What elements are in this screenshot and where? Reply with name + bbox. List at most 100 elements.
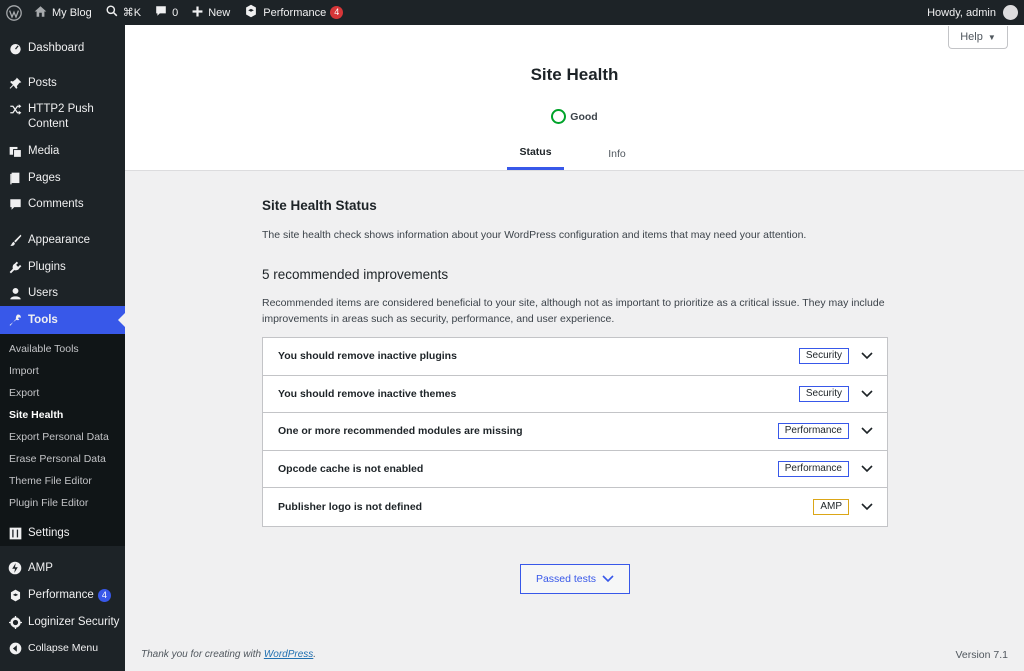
footer-thanks-suffix: . [313, 649, 317, 660]
wrench-icon [0, 314, 28, 327]
sidebar-item-media[interactable]: Media [0, 141, 125, 161]
tab-info[interactable]: Info [592, 137, 642, 170]
sidebar-item-label: Collapse Menu [28, 642, 99, 654]
sidebar-item-performance[interactable]: Performance 4 [0, 585, 125, 605]
submenu-export[interactable]: Export [0, 387, 125, 399]
help-button[interactable]: Help ▼ [948, 26, 1008, 49]
settings-icon [0, 527, 28, 540]
pages-icon [0, 172, 28, 185]
media-icon [0, 145, 28, 158]
command-palette-button[interactable]: ⌘K [99, 0, 148, 25]
sidebar-item-posts[interactable]: Posts [0, 73, 125, 93]
page-title: Site Health [530, 65, 619, 84]
sidebar-item-pages[interactable]: Pages [0, 168, 125, 188]
sidebar-item-label: Performance [28, 589, 94, 601]
sidebar-item-label: Users [28, 287, 59, 299]
issue-row[interactable]: Publisher logo is not defined AMP [263, 488, 887, 526]
sidebar-item-label: AMP [28, 562, 53, 574]
passed-tests-button[interactable]: Passed tests [520, 564, 630, 594]
submenu-erase-personal-data[interactable]: Erase Personal Data [0, 453, 125, 465]
chevron-down-icon[interactable] [859, 348, 875, 364]
chevron-down-icon[interactable] [859, 386, 875, 402]
collapse-icon [0, 642, 28, 655]
sidebar-item-comments[interactable]: Comments [0, 194, 125, 214]
comments-count: 0 [172, 6, 179, 19]
footer-version: Version 7.1 [955, 649, 1008, 661]
sidebar-item-label: Dashboard [28, 42, 85, 54]
issue-row[interactable]: You should remove inactive themes Securi… [263, 376, 887, 414]
plugin-icon [0, 261, 28, 274]
performance-icon [0, 589, 28, 602]
issue-row[interactable]: One or more recommended modules are miss… [263, 413, 887, 451]
my-account-link[interactable]: Howdy, admin [920, 0, 1024, 25]
site-name-link[interactable]: My Blog [27, 0, 99, 25]
chevron-down-icon[interactable] [859, 423, 875, 439]
admin-sidebar: Dashboard Posts HTTP2 Push Content Media… [0, 25, 125, 671]
submenu-export-personal-data[interactable]: Export Personal Data [0, 431, 125, 443]
submenu-import[interactable]: Import [0, 365, 125, 377]
sidebar-item-label: Loginizer Security [28, 616, 120, 628]
comments-link[interactable]: 0 [148, 0, 185, 25]
avatar [1003, 5, 1018, 20]
wordpress-logo-icon[interactable] [1, 0, 27, 25]
submenu-theme-file-editor[interactable]: Theme File Editor [0, 475, 125, 487]
performance-count-badge: 4 [97, 588, 111, 602]
sidebar-item-http2-push[interactable]: HTTP2 Push Content [0, 102, 125, 134]
submenu-available-tools[interactable]: Available Tools [0, 343, 125, 355]
user-icon [0, 287, 28, 300]
sidebar-item-amp[interactable]: AMP [0, 558, 125, 578]
sidebar-item-plugins[interactable]: Plugins [0, 257, 125, 277]
sidebar-item-label: Posts [28, 77, 57, 89]
issue-title: You should remove inactive plugins [278, 350, 457, 363]
submenu-plugin-file-editor[interactable]: Plugin File Editor [0, 497, 125, 509]
comment-icon [155, 5, 167, 20]
gear-icon [0, 615, 28, 629]
shortcut-label: ⌘K [122, 7, 142, 19]
chevron-down-icon[interactable] [859, 499, 875, 515]
health-status-indicator: Good [125, 109, 1024, 124]
section-description: The site health check shows information … [262, 229, 807, 241]
issue-title: Opcode cache is not enabled [278, 463, 424, 476]
issue-row[interactable]: Opcode cache is not enabled Performance [263, 451, 887, 489]
caret-down-icon: ▼ [987, 32, 996, 42]
comment-icon [0, 198, 28, 211]
section-title: Site Health Status [262, 198, 377, 213]
health-status-label: Good [570, 110, 598, 123]
home-icon [34, 5, 47, 21]
performance-link[interactable]: Performance 4 [237, 0, 350, 25]
sidebar-item-appearance[interactable]: Appearance [0, 230, 125, 250]
sidebar-item-label: Settings [28, 527, 70, 539]
sidebar-item-label: Tools [28, 314, 58, 326]
performance-count-badge: 4 [330, 6, 344, 19]
sidebar-item-label: HTTP2 Push Content [28, 103, 94, 130]
sidebar-item-loginizer[interactable]: Loginizer Security [0, 612, 125, 632]
issue-title: Publisher logo is not defined [278, 501, 423, 514]
issues-description: Recommended items are considered benefic… [262, 297, 885, 325]
wordpress-link[interactable]: WordPress [264, 649, 313, 660]
admin-bar: My Blog ⌘K 0 New Performance 4 Howdy, ad… [0, 0, 1024, 25]
issue-title: You should remove inactive themes [278, 387, 457, 400]
sidebar-item-label: Comments [28, 198, 84, 210]
sidebar-item-dashboard[interactable]: Dashboard [0, 38, 125, 58]
tab-status[interactable]: Status [507, 137, 564, 170]
footer-thanks-prefix: Thank you for creating with [141, 649, 264, 660]
issue-badge: Security [798, 385, 849, 402]
collapse-menu-button[interactable]: Collapse Menu [0, 638, 125, 658]
issue-title: One or more recommended modules are miss… [278, 425, 523, 438]
issues-count-heading: 5 recommended improvements [262, 267, 449, 282]
dashboard-icon [0, 42, 28, 55]
shuffle-icon [0, 102, 28, 116]
sidebar-item-tools[interactable]: Tools [0, 306, 125, 334]
issue-row[interactable]: You should remove inactive plugins Secur… [263, 338, 887, 376]
paintbrush-icon [0, 234, 28, 247]
performance-label: Performance [263, 6, 327, 19]
sidebar-item-users[interactable]: Users [0, 283, 125, 303]
pin-icon [0, 77, 28, 90]
new-content-link[interactable]: New [185, 0, 237, 25]
issue-badge: Security [798, 348, 849, 365]
help-label: Help [960, 31, 983, 43]
health-progress-circle-icon [551, 109, 567, 124]
chevron-down-icon[interactable] [859, 461, 875, 477]
sidebar-item-settings[interactable]: Settings [0, 523, 125, 543]
submenu-site-health[interactable]: Site Health [0, 409, 125, 421]
